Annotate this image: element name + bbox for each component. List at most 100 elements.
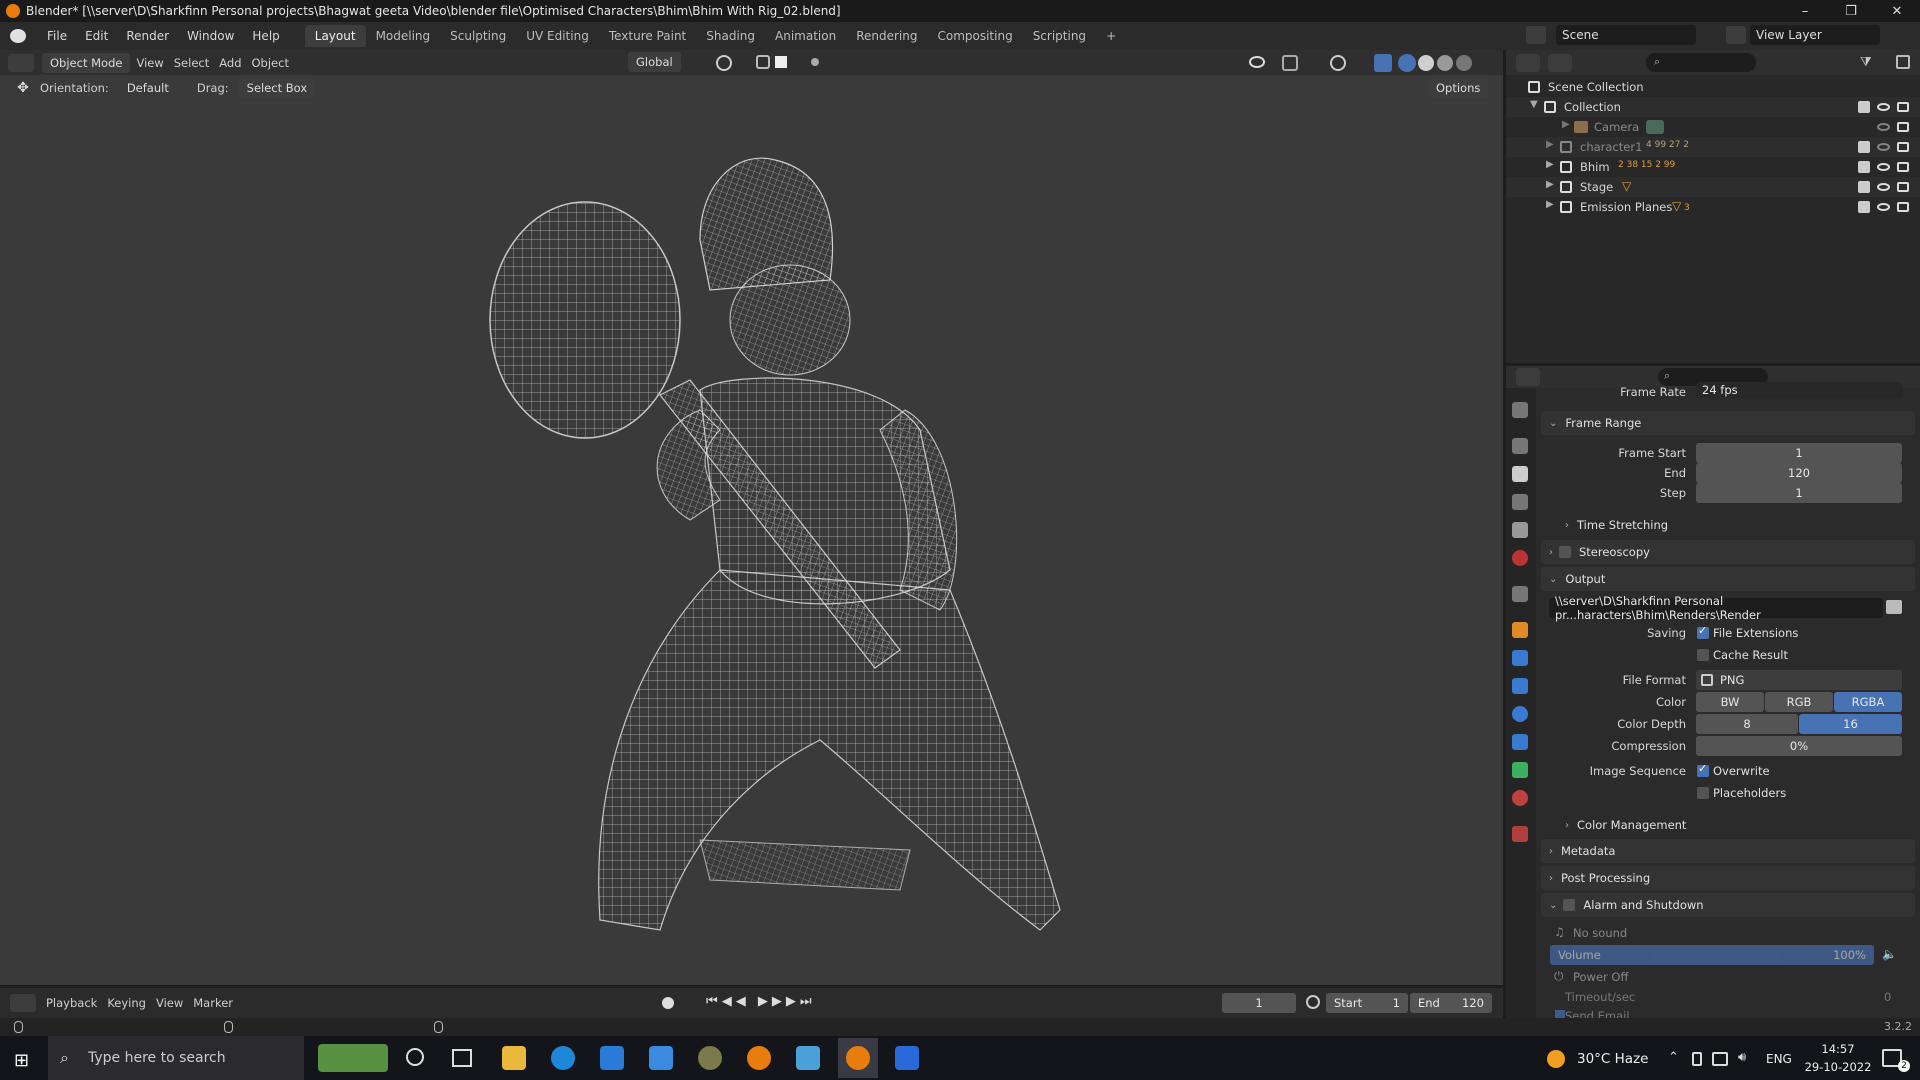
move-tool-icon[interactable]: ✥ bbox=[14, 79, 32, 97]
auto-keying-icon[interactable] bbox=[662, 997, 674, 1009]
volume-slider[interactable]: Volume 100% bbox=[1550, 945, 1874, 965]
xray-toggle-icon[interactable] bbox=[1374, 54, 1392, 72]
include-checkbox[interactable] bbox=[1858, 101, 1870, 113]
mail-icon[interactable] bbox=[600, 1046, 624, 1070]
timeline-menu-view[interactable]: View bbox=[156, 996, 183, 1010]
current-frame-field[interactable]: 1 bbox=[1222, 993, 1296, 1013]
orientation-selector[interactable]: Default bbox=[119, 78, 177, 98]
tab-sculpting[interactable]: Sculpting bbox=[440, 25, 516, 47]
eye-icon[interactable] bbox=[1877, 103, 1890, 111]
weather-text[interactable]: 30°C Haze bbox=[1577, 1051, 1648, 1067]
mode-selector[interactable]: Object Mode bbox=[42, 52, 131, 73]
minimize-button[interactable]: – bbox=[1782, 0, 1828, 22]
send-email-checkbox[interactable] bbox=[1555, 1010, 1565, 1018]
tab-scripting[interactable]: Scripting bbox=[1023, 25, 1096, 47]
stereoscopy-panel-header[interactable]: › Stereoscopy bbox=[1541, 540, 1915, 564]
snap-target-icon[interactable] bbox=[775, 56, 787, 68]
solid-shading-icon[interactable] bbox=[1418, 55, 1434, 71]
expand-arrow-icon[interactable]: ▶ bbox=[1562, 119, 1570, 130]
expand-arrow-icon[interactable]: ▶ bbox=[1546, 179, 1554, 190]
frame-end-field[interactable]: 120 bbox=[1696, 463, 1902, 483]
photos-icon[interactable] bbox=[895, 1046, 919, 1070]
overlay-icon[interactable] bbox=[1330, 55, 1346, 71]
snap-icon[interactable] bbox=[756, 55, 770, 69]
modifiers-tab-icon[interactable] bbox=[1512, 650, 1528, 666]
timeline-menu-playback[interactable]: Playback bbox=[46, 996, 97, 1010]
menu-window[interactable]: Window bbox=[178, 29, 243, 43]
tab-layout[interactable]: Layout bbox=[304, 25, 366, 47]
clock-time[interactable]: 14:57 bbox=[1800, 1042, 1876, 1056]
render-tab-icon[interactable] bbox=[1512, 438, 1528, 454]
options-dropdown[interactable]: Options bbox=[1428, 78, 1489, 98]
eye-icon[interactable] bbox=[1877, 163, 1890, 171]
power-off-label[interactable]: Power Off bbox=[1573, 970, 1628, 984]
particles-tab-icon[interactable] bbox=[1512, 678, 1528, 694]
include-checkbox[interactable] bbox=[1858, 161, 1870, 173]
color-rgba-button[interactable]: RGBA bbox=[1834, 692, 1902, 712]
search-highlight-icon[interactable] bbox=[318, 1044, 388, 1072]
proportional-edit-icon[interactable] bbox=[811, 58, 819, 66]
edge-icon[interactable] bbox=[551, 1046, 575, 1070]
app-icon[interactable] bbox=[698, 1046, 722, 1070]
color-bw-button[interactable]: BW bbox=[1696, 692, 1764, 712]
rendered-shading-icon[interactable] bbox=[1456, 55, 1472, 71]
frame-step-field[interactable]: 1 bbox=[1696, 483, 1902, 503]
color-rgb-button[interactable]: RGB bbox=[1765, 692, 1833, 712]
include-checkbox[interactable] bbox=[1858, 141, 1870, 153]
color-depth-16-button[interactable]: 16 bbox=[1799, 714, 1902, 734]
file-extensions-checkbox[interactable] bbox=[1697, 624, 1709, 639]
material-shading-icon[interactable] bbox=[1437, 55, 1453, 71]
timeline-menu-keying[interactable]: Keying bbox=[107, 996, 146, 1010]
stereoscopy-checkbox[interactable] bbox=[1559, 546, 1571, 558]
render-camera-icon[interactable] bbox=[1897, 142, 1909, 152]
speaker-icon[interactable]: 🔈 bbox=[1882, 947, 1897, 961]
viewport-menu-add[interactable]: Add bbox=[219, 56, 241, 70]
folder-icon[interactable] bbox=[1886, 600, 1902, 614]
output-tab-icon[interactable] bbox=[1512, 466, 1528, 482]
expand-arrow-icon[interactable]: ▶ bbox=[1546, 139, 1554, 150]
render-camera-icon[interactable] bbox=[1897, 122, 1909, 132]
blender-active-icon[interactable] bbox=[846, 1046, 870, 1070]
tab-animation[interactable]: Animation bbox=[765, 25, 846, 47]
blender-taskbar-icon[interactable] bbox=[747, 1046, 771, 1070]
menu-render[interactable]: Render bbox=[117, 29, 178, 43]
timeline-menu-marker[interactable]: Marker bbox=[193, 996, 233, 1010]
outliner-item-stage[interactable]: ▶ Stage ▽ bbox=[1506, 177, 1920, 197]
cache-result-checkbox[interactable] bbox=[1697, 649, 1709, 661]
outliner-editor-type-icon[interactable] bbox=[1516, 54, 1540, 72]
tab-compositing[interactable]: Compositing bbox=[927, 25, 1022, 47]
expand-arrow-icon[interactable]: ▶ bbox=[1546, 199, 1554, 210]
view-layer-tab-icon[interactable] bbox=[1512, 494, 1528, 510]
store-icon[interactable] bbox=[649, 1046, 673, 1070]
end-frame-field[interactable]: End 120 bbox=[1410, 993, 1492, 1013]
object-tab-icon[interactable] bbox=[1512, 622, 1528, 638]
tab-rendering[interactable]: Rendering bbox=[846, 25, 927, 47]
menu-edit[interactable]: Edit bbox=[76, 29, 117, 43]
data-tab-icon[interactable] bbox=[1512, 762, 1528, 778]
clock-icon[interactable] bbox=[1306, 995, 1320, 1009]
alarm-checkbox[interactable] bbox=[1563, 899, 1576, 911]
post-processing-panel-header[interactable]: › Post Processing bbox=[1541, 866, 1915, 890]
task-view-icon[interactable] bbox=[452, 1049, 472, 1067]
render-camera-icon[interactable] bbox=[1897, 162, 1909, 172]
file-explorer-icon[interactable] bbox=[502, 1046, 526, 1070]
tab-uv-editing[interactable]: UV Editing bbox=[516, 25, 599, 47]
editor-type-icon[interactable] bbox=[8, 53, 34, 72]
outliner-search-input[interactable] bbox=[1646, 53, 1756, 72]
eye-icon[interactable] bbox=[1877, 203, 1890, 211]
gizmo-icon[interactable] bbox=[1282, 55, 1298, 71]
network-icon[interactable] bbox=[1712, 1052, 1728, 1066]
collection-tab-icon[interactable] bbox=[1512, 586, 1528, 602]
filter-icon[interactable]: ⧩ bbox=[1860, 55, 1872, 70]
volume-icon[interactable]: 🔊︎ bbox=[1738, 1050, 1746, 1065]
render-camera-icon[interactable] bbox=[1897, 182, 1909, 192]
no-sound-selector[interactable]: No sound bbox=[1573, 926, 1627, 940]
constraints-tab-icon[interactable] bbox=[1512, 734, 1528, 750]
menu-help[interactable]: Help bbox=[243, 29, 288, 43]
taskbar-search-placeholder[interactable]: Type here to search bbox=[88, 1050, 226, 1066]
world-tab-icon[interactable] bbox=[1512, 550, 1528, 566]
color-depth-8-button[interactable]: 8 bbox=[1696, 714, 1798, 734]
eye-icon[interactable] bbox=[1877, 123, 1890, 131]
expand-arrow-icon[interactable]: ▼ bbox=[1530, 99, 1538, 110]
clock-date[interactable]: 29-10-2022 bbox=[1800, 1060, 1876, 1074]
